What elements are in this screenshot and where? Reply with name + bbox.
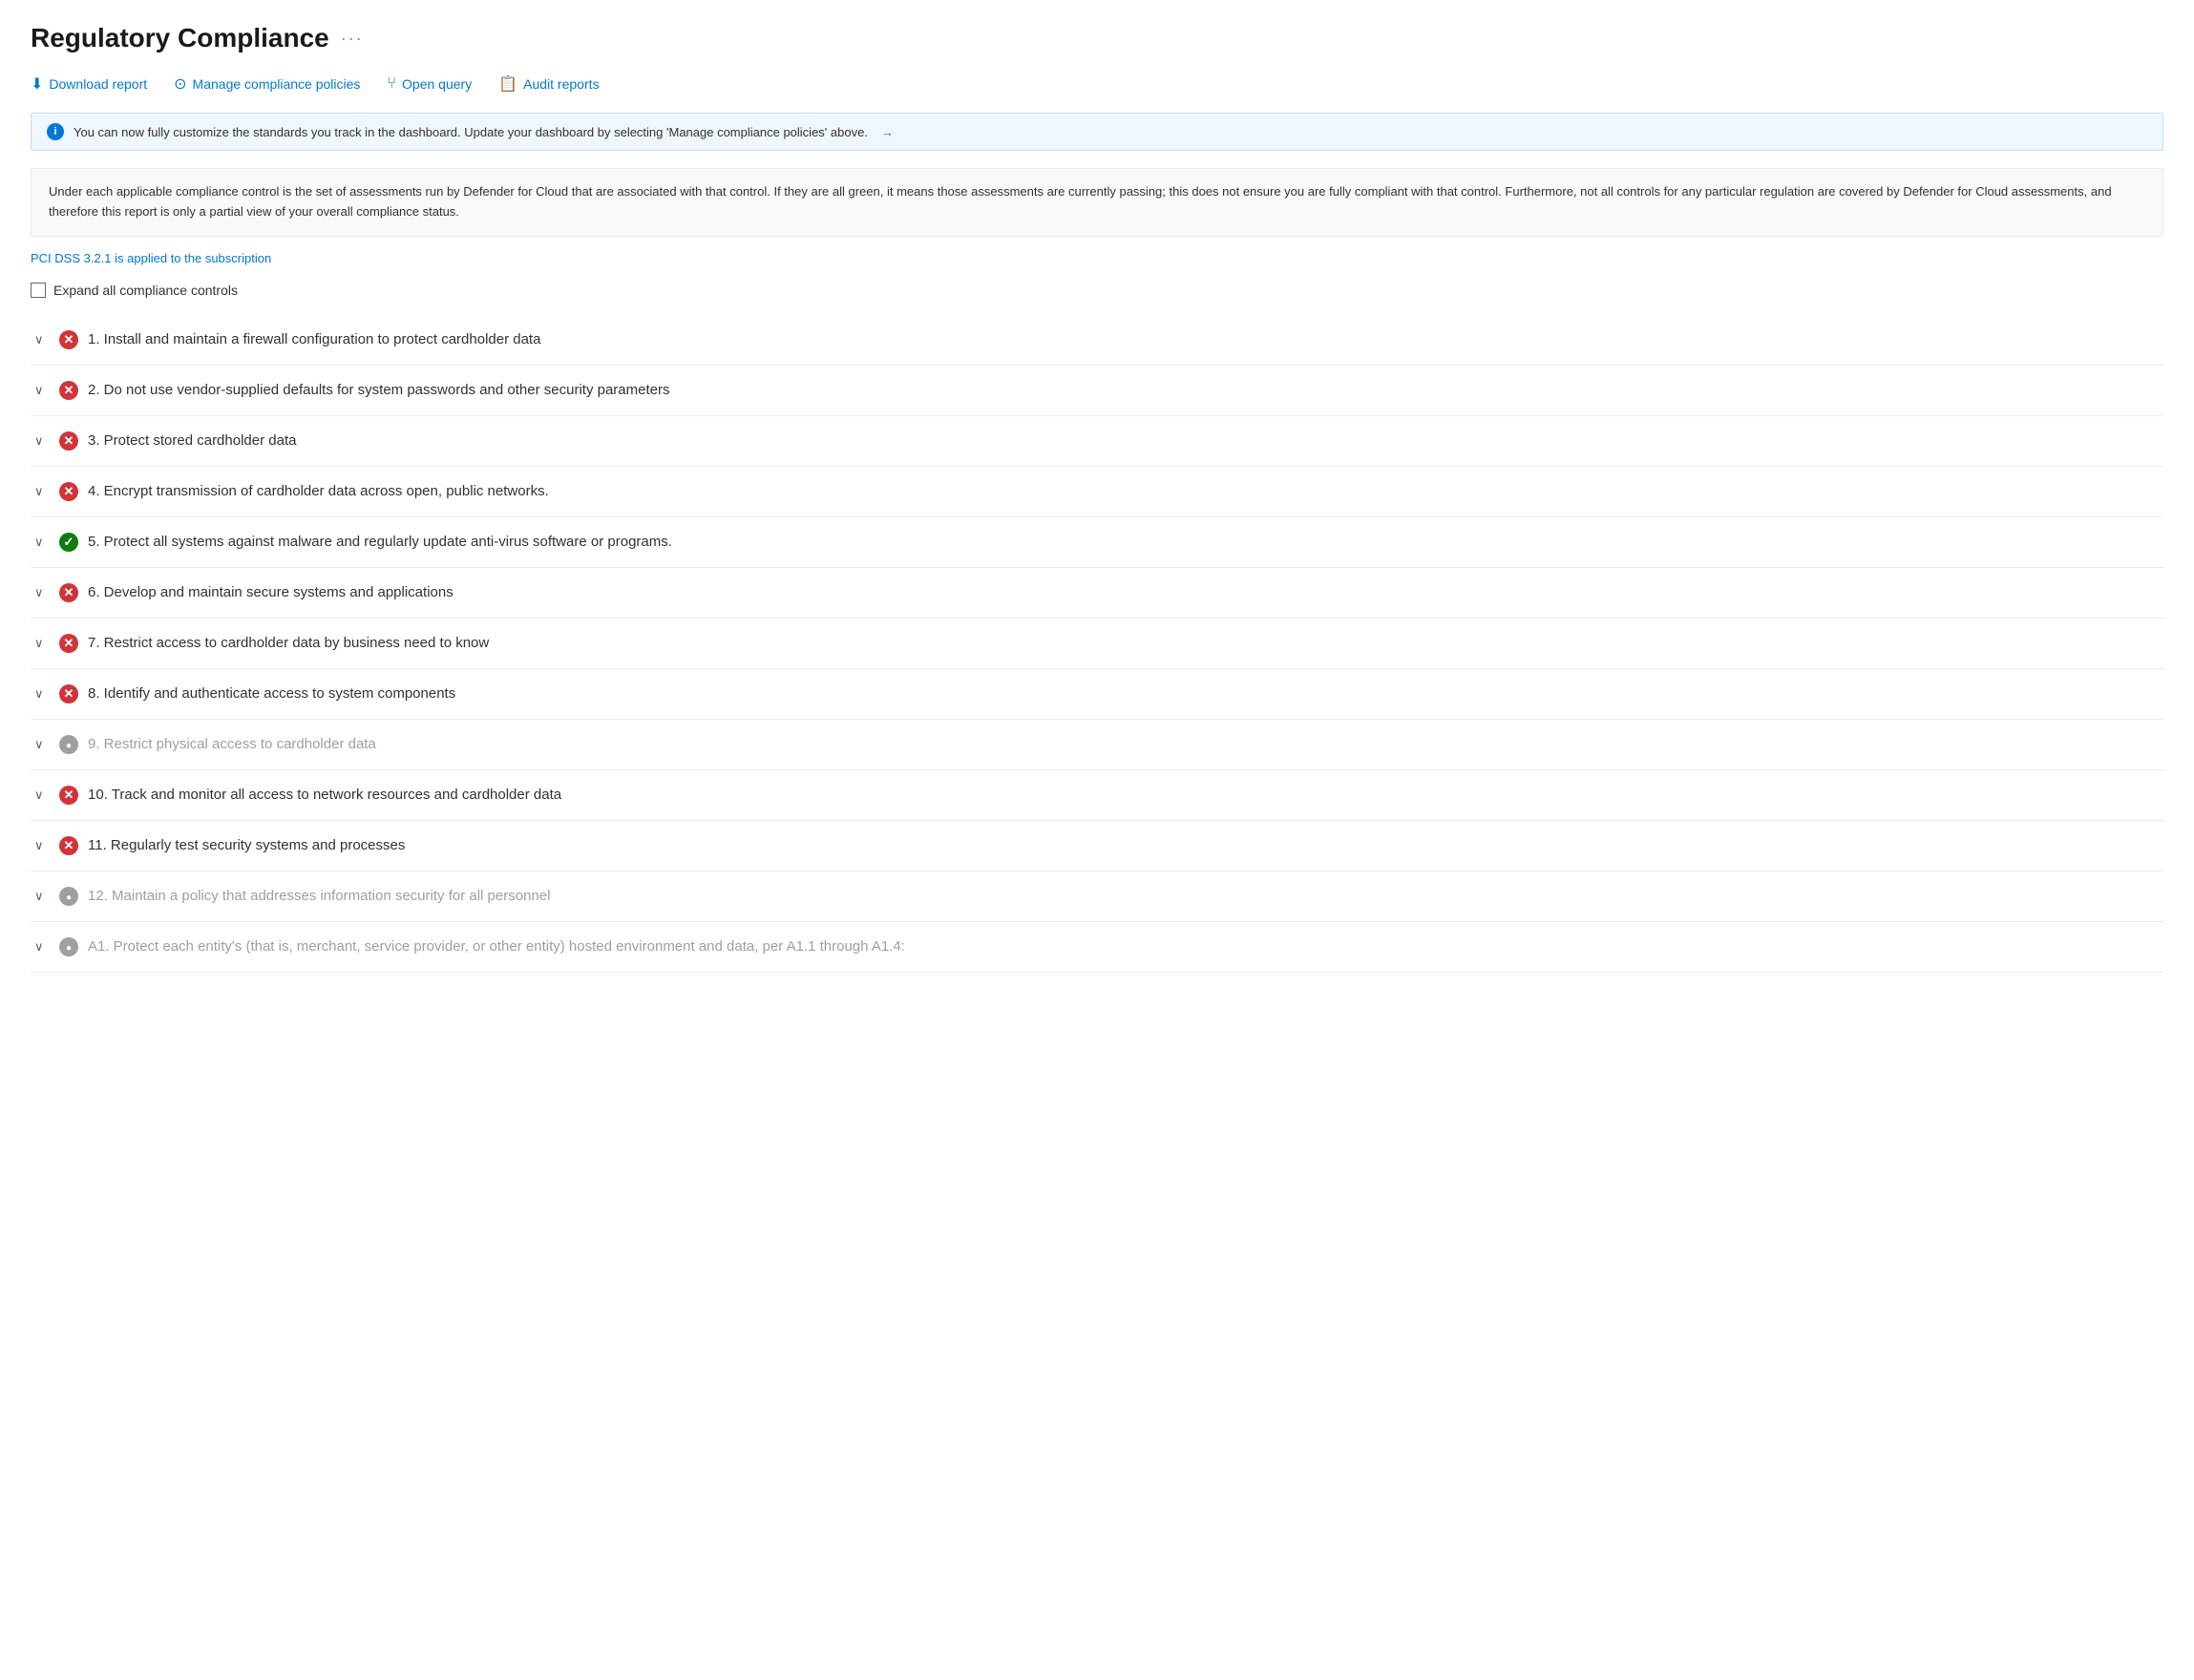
manage-compliance-button[interactable]: ⊙ Manage compliance policies (174, 71, 360, 97)
compliance-item-label-11: 11. Regularly test security systems and … (88, 837, 405, 853)
description-box: Under each applicable compliance control… (31, 168, 2163, 237)
status-icon-5 (59, 533, 78, 552)
query-icon: ⑂ (387, 75, 396, 93)
chevron-icon: ∨ (34, 585, 50, 600)
chevron-icon: ∨ (34, 939, 50, 955)
compliance-item-label-7: 7. Restrict access to cardholder data by… (88, 635, 489, 651)
compliance-item-label-1: 1. Install and maintain a firewall confi… (88, 331, 540, 347)
audit-reports-button[interactable]: 📋 Audit reports (498, 71, 599, 97)
compliance-item-label-8: 8. Identify and authenticate access to s… (88, 685, 455, 702)
banner-arrow[interactable]: → (881, 125, 894, 139)
download-icon: ⬇ (31, 74, 43, 94)
compliance-item-6[interactable]: ∨ 6. Develop and maintain secure systems … (31, 568, 2163, 619)
ellipsis-menu[interactable]: ··· (341, 29, 364, 49)
manage-icon: ⊙ (174, 74, 186, 94)
chevron-icon: ∨ (34, 636, 50, 651)
status-icon-7 (59, 634, 78, 653)
compliance-item-label-10: 10. Track and monitor all access to netw… (88, 787, 561, 803)
banner-text: You can now fully customize the standard… (74, 125, 868, 139)
download-report-label: Download report (49, 76, 147, 92)
status-icon-10 (59, 786, 78, 805)
expand-all-label: Expand all compliance controls (53, 283, 238, 298)
status-icon-13 (59, 937, 78, 956)
compliance-item-7[interactable]: ∨ 7. Restrict access to cardholder data b… (31, 619, 2163, 669)
expand-all-row: Expand all compliance controls (31, 283, 2163, 298)
chevron-icon: ∨ (34, 838, 50, 853)
compliance-item-label-3: 3. Protect stored cardholder data (88, 432, 296, 449)
compliance-item-label-5: 5. Protect all systems against malware a… (88, 534, 672, 550)
compliance-item-11[interactable]: ∨ 11. Regularly test security systems and… (31, 821, 2163, 872)
chevron-icon: ∨ (34, 484, 50, 499)
chevron-icon: ∨ (34, 535, 50, 550)
audit-icon: 📋 (498, 74, 517, 94)
status-icon-11 (59, 836, 78, 855)
compliance-item-3[interactable]: ∨ 3. Protect stored cardholder data (31, 416, 2163, 467)
audit-reports-label: Audit reports (523, 76, 599, 92)
chevron-icon: ∨ (34, 889, 50, 904)
compliance-item-label-4: 4. Encrypt transmission of cardholder da… (88, 483, 549, 499)
chevron-icon: ∨ (34, 332, 50, 347)
compliance-item-label-6: 6. Develop and maintain secure systems a… (88, 584, 454, 600)
compliance-item-10[interactable]: ∨ 10. Track and monitor all access to net… (31, 770, 2163, 821)
status-icon-8 (59, 684, 78, 704)
status-icon-12 (59, 887, 78, 906)
status-icon-6 (59, 583, 78, 602)
compliance-item-2[interactable]: ∨ 2. Do not use vendor-supplied defaults … (31, 366, 2163, 416)
chevron-icon: ∨ (34, 737, 50, 752)
compliance-item-label-12: 12. Maintain a policy that addresses inf… (88, 888, 550, 904)
open-query-label: Open query (402, 76, 472, 92)
compliance-list: ∨ 1. Install and maintain a firewall conf… (31, 315, 2163, 973)
chevron-icon: ∨ (34, 788, 50, 803)
status-icon-1 (59, 330, 78, 349)
compliance-item-5[interactable]: ∨ 5. Protect all systems against malware … (31, 517, 2163, 568)
info-banner: i You can now fully customize the standa… (31, 113, 2163, 151)
compliance-item-label-9: 9. Restrict physical access to cardholde… (88, 736, 376, 752)
compliance-item-12[interactable]: ∨ 12. Maintain a policy that addresses in… (31, 872, 2163, 922)
compliance-item-1[interactable]: ∨ 1. Install and maintain a firewall conf… (31, 315, 2163, 366)
page-title: Regulatory Compliance (31, 23, 329, 53)
manage-compliance-label: Manage compliance policies (193, 76, 361, 92)
download-report-button[interactable]: ⬇ Download report (31, 71, 147, 97)
status-icon-2 (59, 381, 78, 400)
status-icon-9 (59, 735, 78, 754)
chevron-icon: ∨ (34, 383, 50, 398)
chevron-icon: ∨ (34, 433, 50, 449)
compliance-item-4[interactable]: ∨ 4. Encrypt transmission of cardholder d… (31, 467, 2163, 517)
compliance-item-13[interactable]: ∨ A1. Protect each entity's (that is, mer… (31, 922, 2163, 973)
compliance-item-8[interactable]: ∨ 8. Identify and authenticate access to … (31, 669, 2163, 720)
description-text: Under each applicable compliance control… (49, 184, 2112, 219)
status-icon-4 (59, 482, 78, 501)
expand-all-checkbox[interactable] (31, 283, 46, 298)
toolbar: ⬇ Download report ⊙ Manage compliance po… (31, 71, 2163, 97)
open-query-button[interactable]: ⑂ Open query (387, 72, 472, 96)
info-icon: i (47, 123, 64, 140)
page-title-container: Regulatory Compliance ··· (31, 23, 2163, 53)
compliance-item-9[interactable]: ∨ 9. Restrict physical access to cardhold… (31, 720, 2163, 770)
status-icon-3 (59, 431, 78, 451)
compliance-item-label-13: A1. Protect each entity's (that is, merc… (88, 938, 905, 955)
compliance-item-label-2: 2. Do not use vendor-supplied defaults f… (88, 382, 669, 398)
chevron-icon: ∨ (34, 686, 50, 702)
pci-link[interactable]: PCI DSS 3.2.1 is applied to the subscrip… (31, 251, 271, 265)
